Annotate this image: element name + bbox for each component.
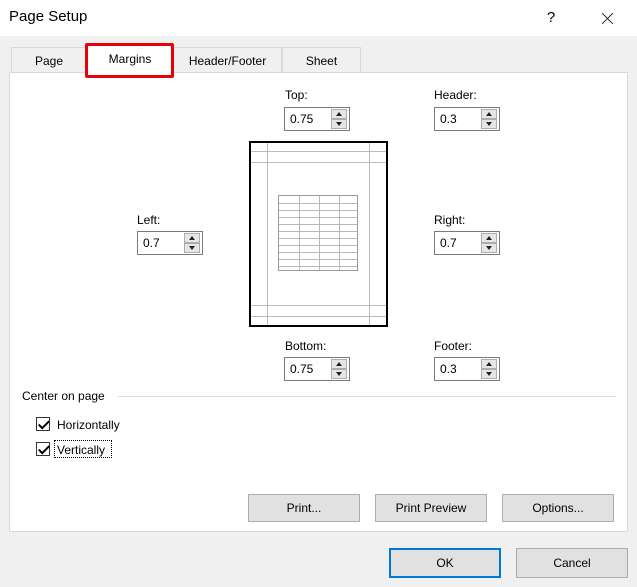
- right-label: Right:: [434, 213, 466, 227]
- footer-margin-spinner[interactable]: 0.3: [434, 357, 500, 381]
- horizontally-checkbox[interactable]: [36, 417, 50, 431]
- preview-footer-line: [251, 316, 386, 317]
- preview-top-margin-line: [251, 162, 386, 163]
- bottom-increase-button[interactable]: [331, 359, 347, 369]
- footer-increase-button[interactable]: [481, 359, 497, 369]
- tab-page[interactable]: Page: [11, 47, 87, 73]
- center-on-page-title: Center on page: [22, 389, 105, 403]
- print-preview-button[interactable]: Print Preview: [375, 494, 487, 522]
- footer-margin-value[interactable]: 0.3: [440, 362, 457, 376]
- left-label: Left:: [137, 213, 161, 227]
- left-decrease-button[interactable]: [184, 243, 200, 253]
- preview-bottom-margin-line: [251, 305, 386, 306]
- right-decrease-button[interactable]: [481, 243, 497, 253]
- preview-left-margin-line: [267, 143, 268, 325]
- vertically-label[interactable]: Vertically: [57, 443, 105, 457]
- left-increase-button[interactable]: [184, 233, 200, 243]
- bottom-margin-value[interactable]: 0.75: [290, 362, 313, 376]
- footer-decrease-button[interactable]: [481, 369, 497, 379]
- tab-sheet[interactable]: Sheet: [282, 47, 361, 73]
- right-increase-button[interactable]: [481, 233, 497, 243]
- preview-right-margin-line: [369, 143, 370, 325]
- margins-preview: [249, 141, 388, 327]
- options-button[interactable]: Options...: [502, 494, 614, 522]
- horizontally-label[interactable]: Horizontally: [57, 418, 120, 432]
- footer-label: Footer:: [434, 339, 473, 353]
- right-margin-value[interactable]: 0.7: [440, 236, 457, 250]
- top-label: Top:: [285, 88, 308, 102]
- header-decrease-button[interactable]: [481, 119, 497, 129]
- bottom-label: Bottom:: [285, 339, 327, 353]
- bottom-decrease-button[interactable]: [331, 369, 347, 379]
- tab-margins[interactable]: Margins: [87, 45, 173, 73]
- header-margin-spinner[interactable]: 0.3: [434, 107, 500, 131]
- preview-header-line: [251, 151, 386, 152]
- header-increase-button[interactable]: [481, 109, 497, 119]
- top-increase-button[interactable]: [331, 109, 347, 119]
- left-margin-value[interactable]: 0.7: [143, 236, 160, 250]
- top-margin-spinner[interactable]: 0.75: [284, 107, 350, 131]
- top-margin-value[interactable]: 0.75: [290, 112, 313, 126]
- preview-data-grid: [278, 195, 358, 271]
- right-margin-spinner[interactable]: 0.7: [434, 231, 500, 255]
- ok-button[interactable]: OK: [389, 548, 501, 578]
- print-button[interactable]: Print...: [248, 494, 360, 522]
- header-label: Header:: [434, 88, 477, 102]
- bottom-margin-spinner[interactable]: 0.75: [284, 357, 350, 381]
- left-margin-spinner[interactable]: 0.7: [137, 231, 203, 255]
- close-icon[interactable]: [590, 4, 626, 32]
- tab-header-footer[interactable]: Header/Footer: [173, 47, 282, 73]
- cancel-button[interactable]: Cancel: [516, 548, 628, 578]
- dialog-title: Page Setup: [9, 8, 88, 25]
- header-margin-value[interactable]: 0.3: [440, 112, 457, 126]
- help-button[interactable]: ?: [538, 4, 564, 32]
- title-bar: Page Setup ?: [0, 0, 637, 36]
- vertically-checkbox[interactable]: [36, 442, 50, 456]
- group-divider: [118, 396, 616, 397]
- top-decrease-button[interactable]: [331, 119, 347, 129]
